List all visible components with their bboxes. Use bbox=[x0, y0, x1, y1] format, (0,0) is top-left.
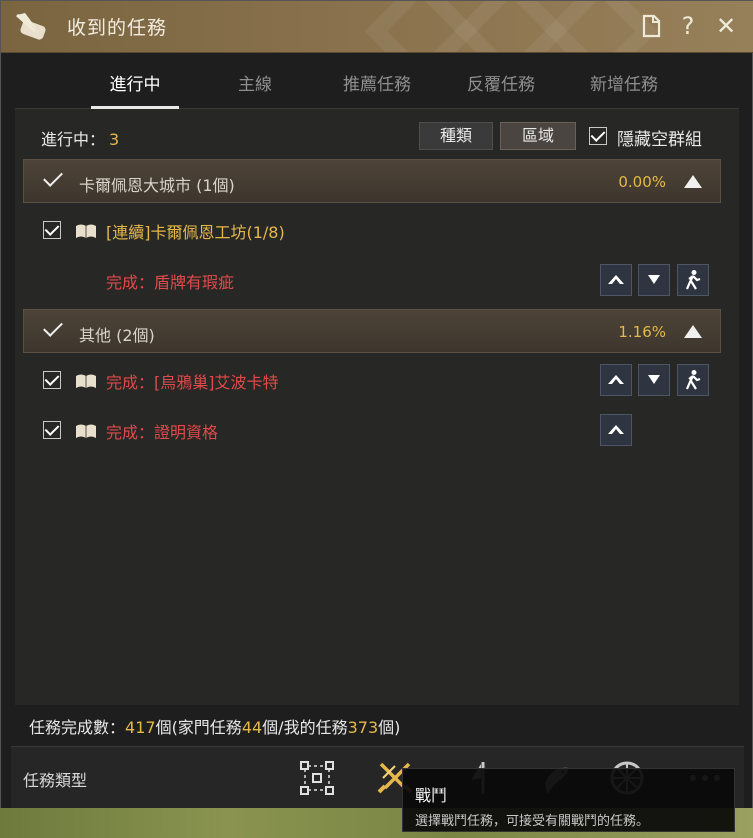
group-percent: 1.16% bbox=[618, 323, 666, 341]
quest-row[interactable]: 完成：[烏鴉巢]艾波卡特 bbox=[15, 359, 739, 399]
hide-empty-label: 隱藏空群組 bbox=[617, 130, 702, 150]
tab-repeat[interactable]: 反覆任務 bbox=[455, 70, 547, 95]
tooltip-description: 選擇戰鬥任務，可接受有關戰鬥的任務。 bbox=[415, 814, 650, 829]
stats-family-label: 個(家門任務 bbox=[155, 718, 242, 737]
chevron-up-icon bbox=[608, 275, 624, 284]
help-button[interactable]: ? bbox=[674, 12, 702, 40]
window-title: 收到的任務 bbox=[67, 17, 168, 39]
walking-person-icon bbox=[685, 370, 701, 390]
quest-type-tooltip: 戰鬥 選擇戰鬥任務，可接受有關戰鬥的任務。 bbox=[402, 768, 735, 832]
collapse-arrow-icon[interactable] bbox=[684, 325, 702, 338]
tooltip-title: 戰鬥 bbox=[415, 786, 448, 805]
stats-family: 44 bbox=[241, 718, 263, 737]
book-icon bbox=[76, 224, 96, 238]
collapse-arrow-icon[interactable] bbox=[684, 175, 702, 188]
chevron-up-icon bbox=[608, 375, 624, 384]
move-up-button[interactable] bbox=[600, 364, 632, 396]
quest-completion-stats: 任務完成數：417個(家門任務44個/我的任務373個) bbox=[29, 714, 400, 738]
grid-icon[interactable] bbox=[297, 758, 337, 798]
chevron-down-icon bbox=[648, 375, 660, 384]
group-check-icon bbox=[42, 322, 62, 336]
book-icon bbox=[76, 424, 96, 438]
group-header-calpheon[interactable]: 卡爾佩恩大城市 (1個) 0.00% bbox=[23, 159, 721, 203]
in-progress-label: 進行中： bbox=[41, 130, 106, 149]
tab-recommended[interactable]: 推薦任務 bbox=[331, 70, 423, 95]
group-percent: 0.00% bbox=[618, 173, 666, 191]
chevron-down-icon bbox=[648, 275, 660, 284]
auto-navigate-button[interactable] bbox=[677, 264, 709, 296]
group-check-icon bbox=[42, 172, 62, 186]
auto-navigate-button[interactable] bbox=[677, 364, 709, 396]
quest-row[interactable]: [連續]卡爾佩恩工坊(1/8) bbox=[15, 209, 739, 249]
scroll-quill-icon bbox=[16, 13, 46, 40]
quest-objective[interactable]: 完成：盾牌有瑕疵 bbox=[106, 269, 234, 293]
move-down-button[interactable] bbox=[638, 264, 670, 296]
move-up-button[interactable] bbox=[600, 264, 632, 296]
chevron-up-icon bbox=[608, 425, 624, 434]
walking-person-icon bbox=[685, 270, 701, 290]
quest-checkbox[interactable] bbox=[43, 371, 61, 389]
tab-bar: 進行中 主線 推薦任務 反覆任務 新增任務 bbox=[15, 54, 739, 109]
group-header-other[interactable]: 其他 (2個) 1.16% bbox=[23, 309, 721, 353]
stats-mine: 373 bbox=[347, 718, 379, 737]
book-icon bbox=[76, 374, 96, 388]
tab-in-progress[interactable]: 進行中 bbox=[91, 70, 179, 95]
quest-title[interactable]: 完成：[烏鴉巢]艾波卡特 bbox=[106, 369, 279, 393]
quest-list-panel: 進行中： 3 種類 區域 隱藏空群組 卡爾佩恩大城市 (1個) 0.00% [連續… bbox=[15, 109, 739, 705]
in-progress-summary: 進行中： 3 bbox=[41, 126, 119, 150]
group-name: 卡爾佩恩大城市 (1個) bbox=[79, 176, 235, 195]
quest-type-label: 任務類型 bbox=[23, 771, 88, 790]
group-name: 其他 (2個) bbox=[79, 326, 155, 345]
quest-objective-row[interactable]: 完成：盾牌有瑕疵 bbox=[15, 259, 739, 299]
filter-type-button[interactable]: 種類 bbox=[419, 122, 493, 150]
hide-empty-checkbox[interactable] bbox=[589, 127, 607, 145]
in-progress-count: 3 bbox=[109, 130, 120, 149]
filter-region-button[interactable]: 區域 bbox=[500, 122, 576, 150]
tab-main[interactable]: 主線 bbox=[215, 70, 295, 95]
quest-row[interactable]: 完成：證明資格 bbox=[15, 409, 739, 449]
document-icon[interactable] bbox=[637, 12, 665, 40]
move-up-button[interactable] bbox=[600, 414, 632, 446]
title-bar[interactable]: 收到的任務 ? ✕ bbox=[1, 1, 753, 53]
close-button[interactable]: ✕ bbox=[712, 12, 740, 40]
title-decoration bbox=[364, 1, 478, 52]
tab-new[interactable]: 新增任務 bbox=[578, 70, 670, 95]
stats-total: 417 bbox=[125, 718, 156, 737]
stats-prefix: 任務完成數： bbox=[29, 718, 126, 737]
move-down-button[interactable] bbox=[638, 364, 670, 396]
stats-suffix: 個) bbox=[378, 718, 401, 737]
quest-title[interactable]: [連續]卡爾佩恩工坊(1/8) bbox=[106, 219, 285, 243]
quest-checkbox[interactable] bbox=[43, 221, 61, 239]
stats-mine-label: 個/我的任務 bbox=[262, 718, 348, 737]
quest-checkbox[interactable] bbox=[43, 421, 61, 439]
quest-title[interactable]: 完成：證明資格 bbox=[106, 419, 218, 443]
quest-window: 收到的任務 ? ✕ 進行中 主線 推薦任務 反覆任務 新增任務 進行中： 3 種類… bbox=[0, 0, 753, 838]
